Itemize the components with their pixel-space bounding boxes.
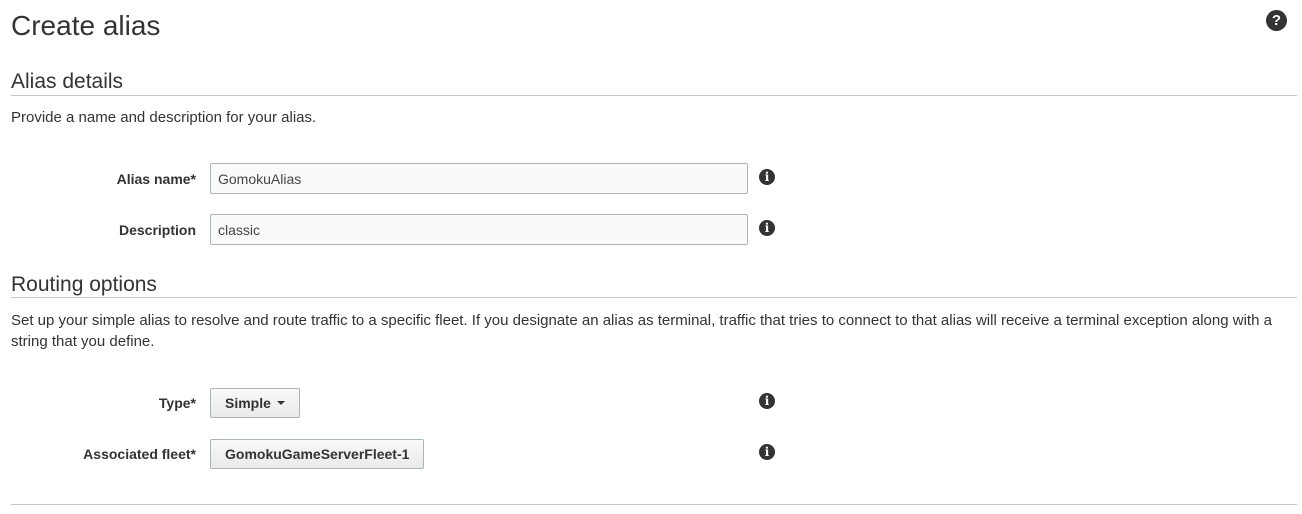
description-input[interactable]	[210, 214, 748, 245]
alias-details-description: Provide a name and description for your …	[11, 109, 317, 126]
associated-fleet-info-icon[interactable]: i	[759, 444, 775, 460]
section-divider	[11, 95, 1297, 96]
associated-fleet-value: GomokuGameServerFleet-1	[225, 446, 410, 462]
alias-details-heading: Alias details	[11, 70, 124, 93]
type-dropdown-value: Simple	[225, 395, 271, 411]
page-title: Create alias	[11, 10, 161, 41]
help-icon[interactable]: ?	[1266, 10, 1287, 31]
section-divider	[11, 297, 1297, 298]
alias-name-label: Alias name*	[116, 171, 196, 187]
routing-options-heading: Routing options	[11, 273, 157, 296]
routing-options-description: Set up your simple alias to resolve and …	[11, 312, 1272, 350]
caret-down-icon	[276, 401, 285, 406]
type-dropdown[interactable]: Simple	[210, 388, 300, 418]
description-label: Description	[118, 222, 196, 238]
type-label: Type*	[158, 395, 196, 411]
associated-fleet-selector[interactable]: GomokuGameServerFleet-1	[210, 439, 425, 469]
create-alias-page: Create alias ? Alias details Provide a n…	[0, 0, 1302, 514]
alias-name-input[interactable]	[210, 163, 748, 194]
alias-name-info-icon[interactable]: i	[759, 169, 775, 185]
bottom-divider	[11, 504, 1297, 505]
associated-fleet-label: Associated fleet*	[83, 446, 196, 462]
type-info-icon[interactable]: i	[759, 393, 775, 409]
description-info-icon[interactable]: i	[759, 220, 775, 236]
